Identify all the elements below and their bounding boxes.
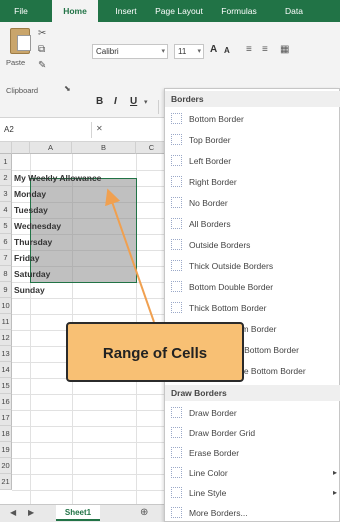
annotation-arrow [105, 188, 155, 323]
range-of-cells-callout: Range of Cells [66, 322, 244, 382]
